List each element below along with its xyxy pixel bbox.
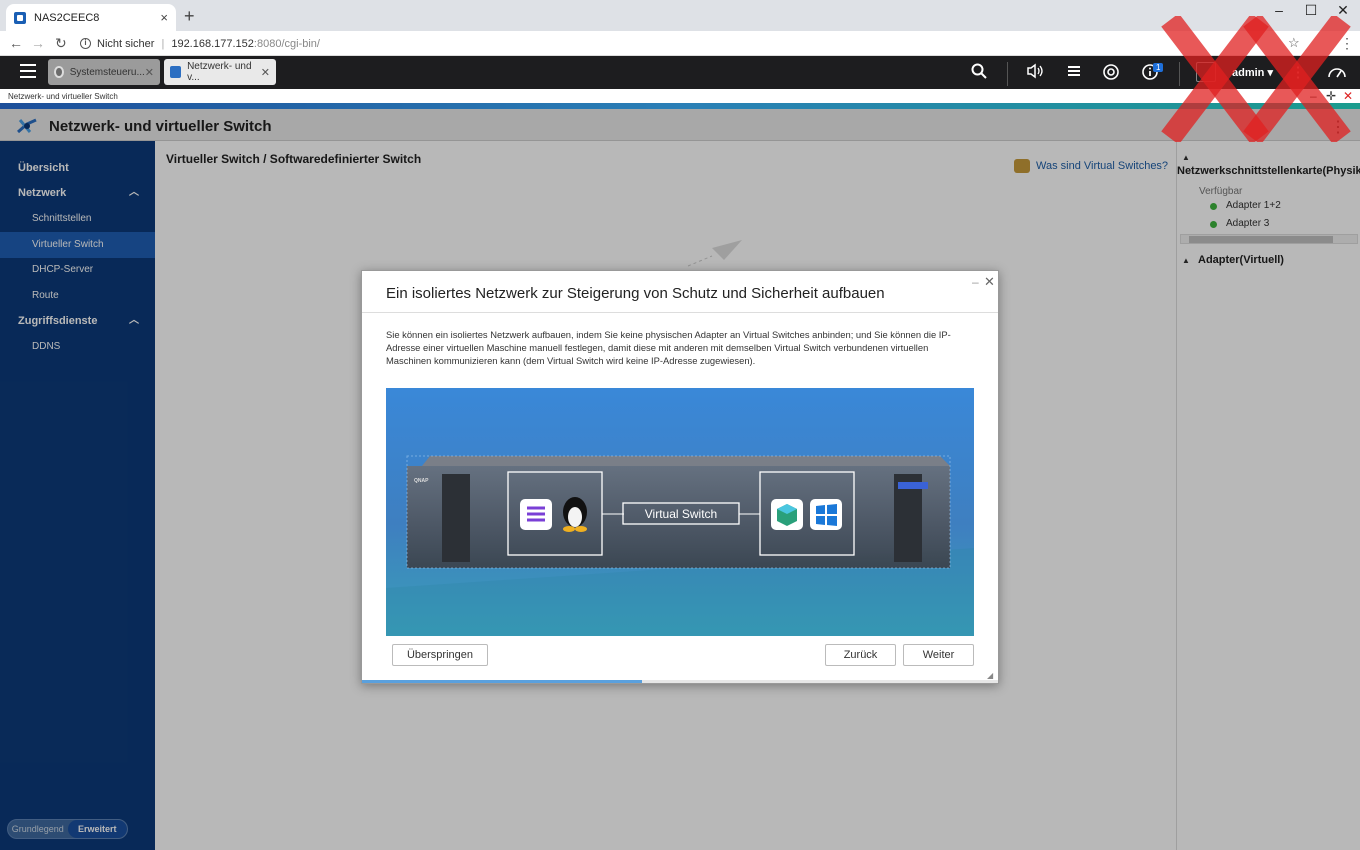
resize-handle-icon[interactable]: ◢ — [987, 671, 993, 680]
app-tab-control-panel[interactable]: Systemsteueru... ✕ — [48, 59, 160, 85]
reload-icon[interactable]: ↻ — [55, 35, 67, 52]
url-field[interactable]: i Nicht sicher | 192.168.177.152 :8080/c… — [80, 33, 320, 54]
forward-arrow-icon[interactable]: → — [31, 35, 45, 51]
browser-tab-strip: NAS2CEEC8 × + – ☐ ✕ — [0, 0, 1360, 31]
window-caption: Netzwerk- und virtueller Switch — [8, 92, 118, 101]
main-menu-icon[interactable] — [20, 64, 36, 78]
network-switch-icon — [170, 66, 182, 78]
skip-button[interactable]: Überspringen — [392, 644, 488, 666]
wizard-progress-bar — [362, 680, 642, 683]
wizard-dialog: Ein isoliertes Netzwerk zur Steigerung v… — [361, 270, 999, 684]
xx-watermark-logo — [1160, 13, 1360, 145]
url-separator: | — [161, 37, 165, 50]
dialog-title: Ein isoliertes Netzwerk zur Steigerung v… — [386, 285, 885, 302]
back-button[interactable]: Zurück — [825, 644, 896, 666]
url-path: :8080/cgi-bin/ — [253, 37, 320, 50]
window-caption-bar: Netzwerk- und virtueller Switch – ✛ ✕ — [0, 89, 1360, 104]
app-tab-label: Systemsteueru... — [69, 66, 145, 78]
app-tab-network-switch[interactable]: Netzwerk- und v... ✕ — [164, 59, 276, 85]
sync-icon[interactable] — [1100, 63, 1122, 85]
dialog-divider — [362, 312, 998, 313]
volume-icon[interactable] — [1024, 63, 1046, 83]
app-tab-close-icon[interactable]: ✕ — [145, 66, 154, 79]
browser-tab-close-icon[interactable]: × — [160, 10, 168, 25]
task-stack-icon[interactable] — [1063, 63, 1085, 83]
dialog-close-icon[interactable]: ✕ — [984, 274, 995, 290]
virtual-switch-illustration: QNAP Virtual Switch — [386, 388, 974, 636]
next-button[interactable]: Weiter — [903, 644, 974, 666]
security-label: Nicht sicher — [97, 37, 155, 50]
qnap-favicon-icon — [14, 11, 26, 24]
new-tab-button[interactable]: + — [184, 6, 195, 27]
app-tab-close-icon[interactable]: ✕ — [261, 66, 270, 79]
address-bar: ← → ↻ i Nicht sicher | 192.168.177.152 :… — [0, 31, 1360, 56]
dialog-minimize-icon[interactable]: – — [972, 275, 979, 289]
dialog-description: Sie können ein isoliertes Netzwerk aufba… — [386, 329, 951, 366]
browser-tab-title: NAS2CEEC8 — [34, 11, 100, 24]
url-host: 192.168.177.152 — [171, 37, 254, 50]
search-icon[interactable] — [968, 63, 990, 83]
browser-tab[interactable]: NAS2CEEC8 × — [6, 4, 176, 31]
back-arrow-icon[interactable]: ← — [9, 35, 23, 51]
virtual-switch-label: Virtual Switch — [645, 507, 717, 521]
info-icon[interactable]: i — [80, 38, 91, 49]
qts-top-bar: Systemsteueru... ✕ Netzwerk- und v... ✕ … — [0, 56, 1360, 89]
gear-icon — [54, 66, 64, 78]
app-tab-label: Netzwerk- und v... — [187, 61, 252, 83]
toolbar-divider — [1007, 62, 1008, 86]
nas-brand-label: QNAP — [414, 478, 429, 484]
